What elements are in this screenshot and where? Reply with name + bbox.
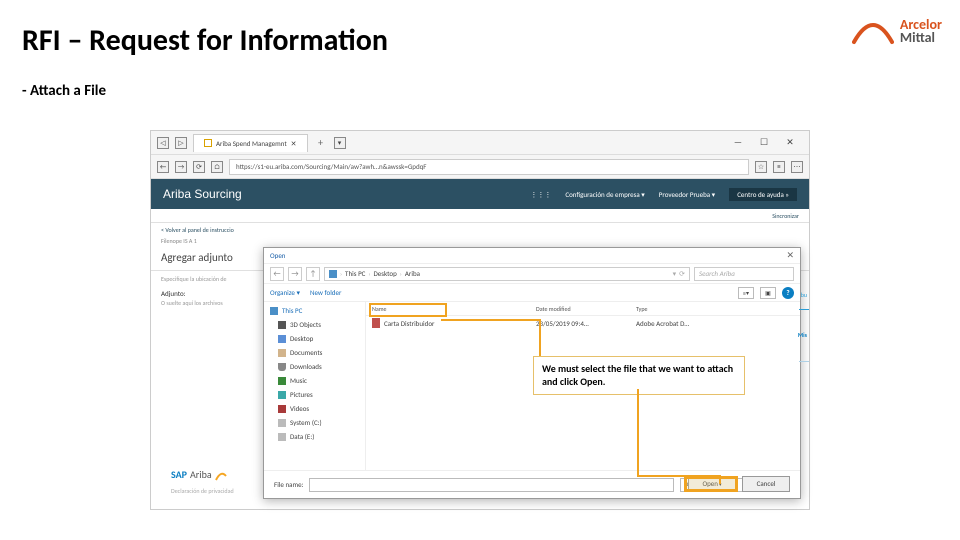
tree-music[interactable]: Music [264, 374, 365, 388]
col-date[interactable]: Date modified [536, 305, 636, 313]
crumb-root: This PC [345, 268, 365, 280]
tree-desktop[interactable]: Desktop [264, 332, 365, 346]
filename-label: File name: [274, 480, 303, 489]
sap-ariba-logo: SAP Ariba [171, 468, 227, 481]
preview-pane-icon[interactable]: ▣ [760, 287, 776, 299]
tree-3d-objects[interactable]: 3D Objects [264, 318, 365, 332]
dialog-close-icon[interactable]: ✕ [786, 248, 794, 263]
tree-pictures[interactable]: Pictures [264, 388, 365, 402]
tab-overflow-icon[interactable]: ▾ [334, 137, 346, 149]
minimize-button[interactable]: — [731, 137, 745, 149]
app-brand: Ariba Sourcing [163, 187, 242, 201]
dialog-path-bar: ← → ↑ › This PC › Desktop › Ariba ▾ ⟳ Se… [264, 264, 800, 284]
favorites-icon[interactable]: ☆ [755, 161, 767, 173]
connector-line-3 [637, 389, 639, 475]
ariba-swoosh-icon [215, 469, 227, 481]
slide-title: RFI – Request for Information [22, 22, 388, 59]
help-icon[interactable]: ? [782, 287, 794, 299]
callout-text: We must select the file that we want to … [533, 356, 745, 395]
nav-fwd-icon[interactable]: → [288, 267, 302, 281]
slide-subtitle: - Attach a File [22, 82, 106, 100]
pc-icon [329, 270, 337, 278]
privacy-text: Declaración de privacidad [171, 487, 234, 495]
brand-logo: Arcelor Mittal [852, 16, 942, 48]
maximize-button[interactable]: ☐ [757, 137, 771, 149]
column-headers: Name Date modified Type [366, 302, 800, 316]
tree-downloads[interactable]: Downloads [264, 360, 365, 374]
divider-peek-2 [799, 361, 809, 362]
crumb-text: Filenope IS A 1 [161, 237, 197, 245]
browser-address-bar: ← → ⟳ ⌂ https://s1-eu.ariba.com/Sourcing… [151, 155, 809, 179]
connector-line-1 [441, 319, 541, 321]
embedded-screenshot: ◁ ▷ Ariba Spend Managemnt ✕ + ▾ — ☐ ✕ ← … [150, 130, 810, 510]
connector-line-5 [719, 475, 721, 484]
view-mode-icon[interactable]: ≡▾ [738, 287, 754, 299]
browser-tab[interactable]: Ariba Spend Managemnt ✕ [193, 134, 308, 152]
file-date: 23/05/2019 09:4… [536, 319, 636, 328]
new-folder-button[interactable]: New folder [310, 288, 341, 297]
reload-icon[interactable]: ⟳ [193, 161, 205, 173]
app-header: Ariba Sourcing ⋮⋮⋮ Configuración de empr… [151, 179, 809, 209]
file-row[interactable]: Carta Distribuidor 23/05/2019 09:4… Adob… [366, 316, 800, 330]
crumb-refresh-icon[interactable]: ⟳ [679, 268, 685, 280]
home-icon[interactable]: ⌂ [211, 161, 223, 173]
divider-peek [799, 309, 809, 310]
crumb-2: Ariba [405, 268, 420, 280]
tree-data-e[interactable]: Data (E:) [264, 430, 365, 444]
file-name: Carta Distribuidor [384, 319, 434, 328]
dialog-titlebar: Open ✕ [264, 248, 800, 264]
folder-tree: This PC 3D Objects Desktop Documents Dow… [264, 302, 366, 470]
user-menu[interactable]: Proveedor Prueba ▾ [659, 190, 715, 199]
dialog-toolbar: Organize ▾ New folder ≡▾ ▣ ? [264, 284, 800, 302]
tree-documents[interactable]: Documents [264, 346, 365, 360]
ariba-text: Ariba [190, 468, 212, 481]
breadcrumb[interactable]: › This PC › Desktop › Ariba ▾ ⟳ [324, 267, 690, 281]
col-type[interactable]: Type [636, 305, 800, 313]
history-left-icon[interactable]: ◁ [157, 137, 169, 149]
cancel-button[interactable]: Cancel [742, 476, 790, 492]
search-input[interactable]: Search Ariba [694, 267, 794, 281]
sync-link[interactable]: Sincronizar [772, 212, 799, 220]
tree-this-pc[interactable]: This PC [264, 304, 365, 318]
page-peek-link: bu [801, 291, 807, 299]
tree-videos[interactable]: Videos [264, 402, 365, 416]
organize-button[interactable]: Organize ▾ [270, 288, 300, 297]
browser-tab-strip: ◁ ▷ Ariba Spend Managemnt ✕ + ▾ — ☐ ✕ [151, 131, 809, 155]
arcelor-arc-icon [852, 16, 894, 48]
url-input[interactable]: https://s1-eu.ariba.com/Sourcing/Main/aw… [229, 159, 749, 175]
sap-text: SAP [171, 468, 187, 481]
forward-icon[interactable]: → [175, 161, 187, 173]
file-type: Adobe Acrobat D… [636, 319, 800, 328]
open-button[interactable]: Open [688, 476, 736, 492]
grid-icon[interactable]: ⋮⋮⋮ [530, 190, 551, 199]
col-name[interactable]: Name [366, 305, 536, 313]
new-tab-button[interactable]: + [314, 136, 328, 150]
attach-label: Adjunto: [161, 289, 186, 298]
attach-hint: O suelte aquí los archivos [161, 299, 223, 307]
tab-favicon-icon [204, 139, 212, 147]
tab-title: Ariba Spend Managemnt [216, 139, 287, 148]
company-menu[interactable]: Configuración de empresa ▾ [565, 190, 644, 199]
logo-text-2: Mittal [900, 32, 942, 45]
pdf-icon [372, 318, 380, 328]
subheader: Sincronizar [151, 209, 809, 223]
tree-system-c[interactable]: System (C:) [264, 416, 365, 430]
connector-line-4 [637, 475, 721, 477]
nav-up-icon[interactable]: ↑ [306, 267, 320, 281]
dialog-title: Open [270, 248, 285, 263]
crumb-dropdown-icon[interactable]: ▾ [673, 268, 677, 280]
back-link[interactable]: < Volver al panel de instruccio [161, 226, 234, 234]
back-icon[interactable]: ← [157, 161, 169, 173]
close-button[interactable]: ✕ [783, 137, 797, 149]
filename-input[interactable] [309, 478, 674, 492]
nav-back-icon[interactable]: ← [270, 267, 284, 281]
tab-close-icon[interactable]: ✕ [291, 139, 297, 148]
help-center-button[interactable]: Centro de ayuda » [729, 188, 797, 201]
reading-icon[interactable]: ≡ [773, 161, 785, 173]
more-icon[interactable]: ⋯ [791, 161, 803, 173]
crumb-1: Desktop [373, 268, 396, 280]
page-peek-mis: Mis [798, 331, 807, 339]
history-right-icon[interactable]: ▷ [175, 137, 187, 149]
connector-line-2 [539, 319, 541, 358]
